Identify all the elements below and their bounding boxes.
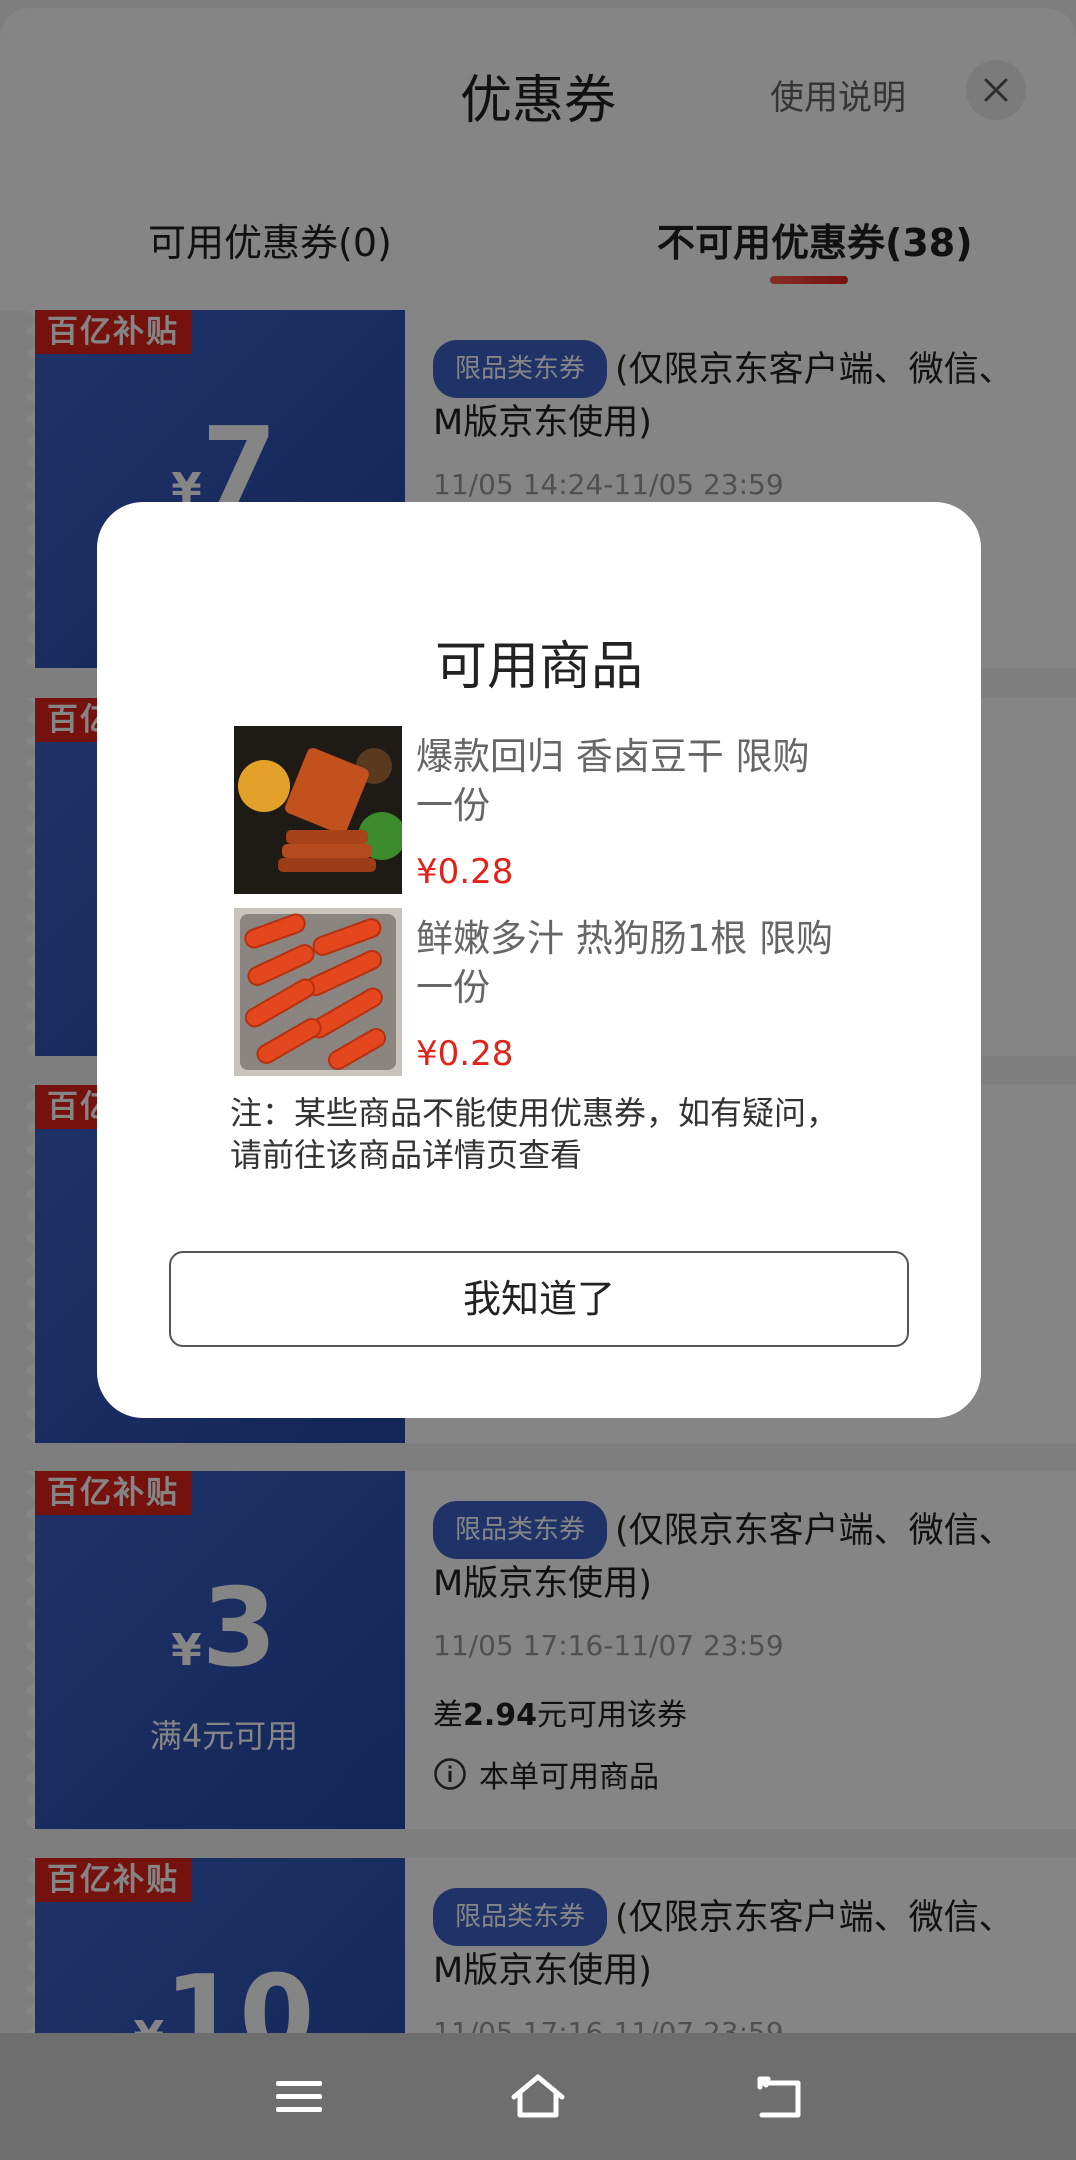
product-name: 鲜嫩多汁 热狗肠1根 限购一份 xyxy=(416,917,834,1009)
product-image-hotdog xyxy=(234,908,402,1076)
product-item[interactable]: 鲜嫩多汁 热狗肠1根 限购一份 ¥0.28 xyxy=(234,908,854,1076)
system-nav-bar xyxy=(0,2033,1076,2160)
dialog-note: 注：某些商品不能使用优惠券，如有疑问，请前往该商品详情页查看 xyxy=(230,1094,839,1174)
home-icon[interactable] xyxy=(510,2071,566,2123)
product-image-tofu xyxy=(234,726,402,894)
product-price: ¥0.28 xyxy=(416,1034,514,1074)
available-products-dialog: 可用商品 爆款回归 香卤豆干 限购一份 ¥0.28 鲜嫩多汁 热狗肠1根 限购一… xyxy=(97,502,981,1418)
dialog-title: 可用商品 xyxy=(434,637,643,697)
menu-icon[interactable] xyxy=(272,2071,328,2123)
back-icon[interactable] xyxy=(752,2071,808,2123)
product-item[interactable]: 爆款回归 香卤豆干 限购一份 ¥0.28 xyxy=(234,726,854,894)
got-it-button[interactable]: 我知道了 xyxy=(169,1251,909,1347)
product-price: ¥0.28 xyxy=(416,852,514,892)
product-name: 爆款回归 香卤豆干 限购一份 xyxy=(416,735,810,827)
